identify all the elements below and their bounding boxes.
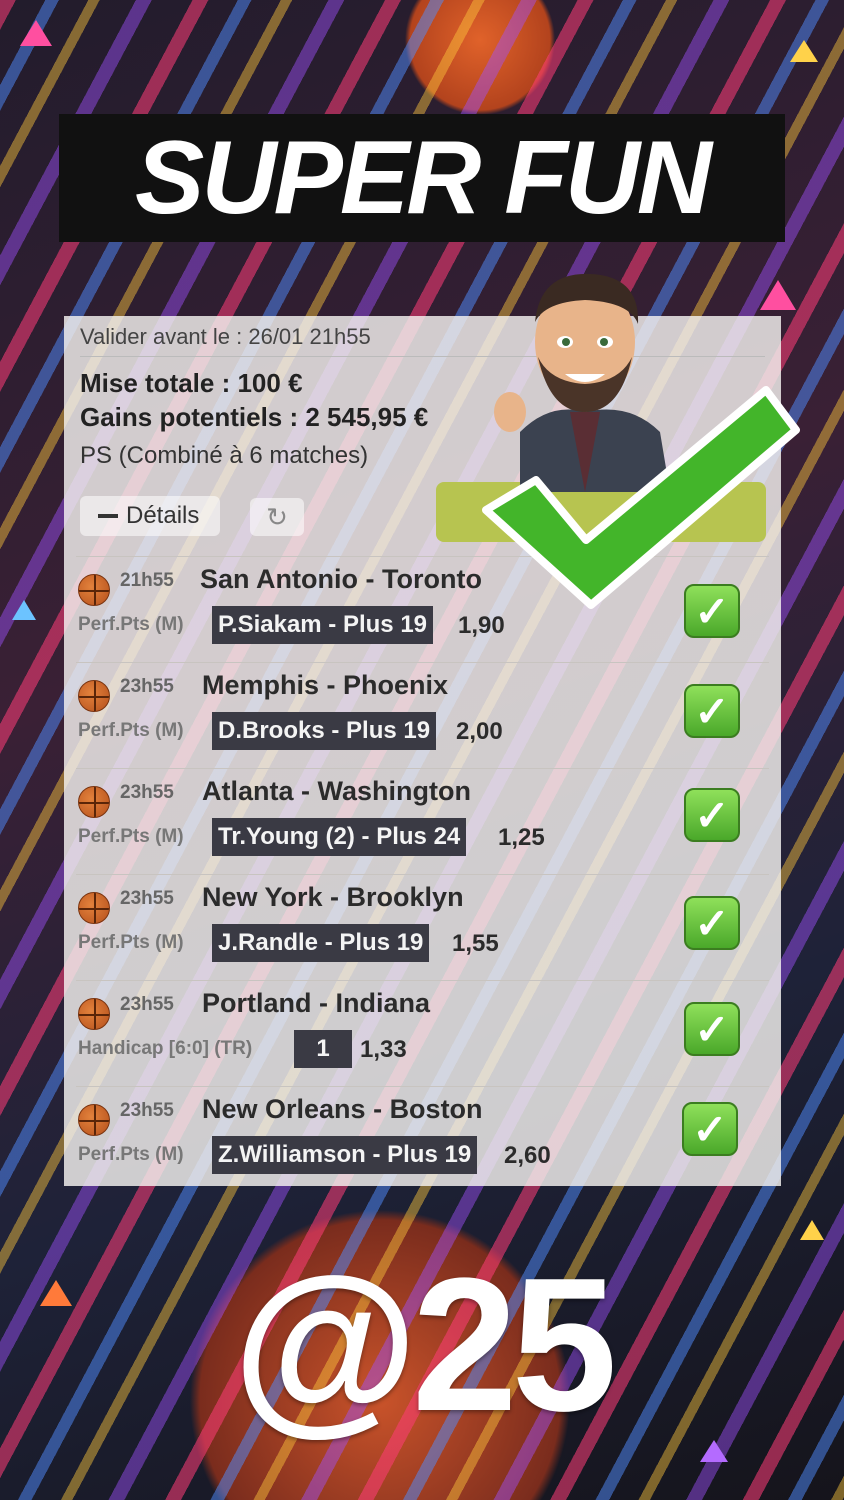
check-icon: ✓ bbox=[682, 1102, 738, 1156]
bet-row: 23h55 Atlanta - Washington Perf.Pts (M) … bbox=[64, 768, 781, 874]
potential-gains-text: Gains potentiels : 2 545,95 € bbox=[80, 402, 429, 432]
pick-label: 1 bbox=[294, 1030, 352, 1068]
match-time: 21h55 bbox=[120, 570, 174, 591]
pick-label: P.Siakam - Plus 19 bbox=[212, 606, 434, 644]
odds-value: 1,25 bbox=[498, 824, 545, 851]
match-name: New York - Brooklyn bbox=[202, 882, 464, 912]
divider bbox=[76, 1086, 769, 1087]
refresh-icon: ↻ bbox=[266, 501, 288, 532]
divider bbox=[76, 768, 769, 769]
market-label: Perf.Pts (M) bbox=[78, 932, 184, 953]
match-time: 23h55 bbox=[120, 1100, 174, 1121]
match-name: Atlanta - Washington bbox=[202, 776, 471, 806]
divider bbox=[76, 662, 769, 663]
large-check-icon bbox=[482, 386, 800, 609]
odds-value: 1,90 bbox=[458, 612, 505, 639]
match-name: Memphis - Phoenix bbox=[202, 670, 449, 700]
basketball-icon bbox=[78, 1104, 110, 1136]
check-icon: ✓ bbox=[684, 1002, 740, 1056]
match-name: New Orleans - Boston bbox=[202, 1094, 483, 1124]
minus-icon bbox=[98, 514, 118, 518]
match-time: 23h55 bbox=[120, 994, 174, 1015]
market-label: Perf.Pts (M) bbox=[78, 614, 184, 635]
odds-value: 1,55 bbox=[452, 930, 499, 957]
odds-value: 1,33 bbox=[360, 1036, 407, 1063]
refresh-button[interactable]: ↻ bbox=[250, 498, 304, 536]
title-banner: SUPER FUN bbox=[59, 114, 785, 242]
title-text: SUPER FUN bbox=[135, 119, 712, 236]
market-label: Perf.Pts (M) bbox=[78, 720, 184, 741]
pick-label: J.Randle - Plus 19 bbox=[212, 924, 430, 962]
basketball-icon bbox=[78, 892, 110, 924]
check-icon: ✓ bbox=[684, 896, 740, 950]
market-label: Perf.Pts (M) bbox=[78, 826, 184, 847]
basketball-icon bbox=[78, 680, 110, 712]
bet-type-text: PS (Combiné à 6 matches) bbox=[80, 442, 369, 469]
basketball-icon bbox=[78, 998, 110, 1030]
pick-label: Z.Williamson - Plus 19 bbox=[212, 1136, 478, 1174]
bet-row: 23h55 Portland - Indiana Handicap [6:0] … bbox=[64, 980, 781, 1086]
details-button[interactable]: Détails bbox=[80, 496, 220, 536]
odds-value: 2,60 bbox=[504, 1142, 551, 1169]
details-label: Détails bbox=[126, 502, 200, 529]
divider bbox=[76, 874, 769, 875]
stake-text: Mise totale : 100 € bbox=[80, 368, 303, 398]
bet-row: 23h55 New Orleans - Boston Perf.Pts (M) … bbox=[64, 1086, 781, 1192]
pick-label: Tr.Young (2) - Plus 24 bbox=[212, 818, 467, 856]
match-time: 23h55 bbox=[120, 676, 174, 697]
bet-row: 23h55 New York - Brooklyn Perf.Pts (M) J… bbox=[64, 874, 781, 980]
match-time: 23h55 bbox=[120, 888, 174, 909]
bet-row: 23h55 Memphis - Phoenix Perf.Pts (M) D.B… bbox=[64, 662, 781, 768]
pick-label: D.Brooks - Plus 19 bbox=[212, 712, 437, 750]
total-odds: @25 bbox=[232, 1239, 618, 1451]
basketball-icon bbox=[78, 574, 110, 606]
market-label: Handicap [6:0] (TR) bbox=[78, 1038, 253, 1059]
check-icon: ✓ bbox=[684, 788, 740, 842]
odds-value: 2,00 bbox=[456, 718, 503, 745]
match-name: San Antonio - Toronto bbox=[200, 564, 482, 594]
market-label: Perf.Pts (M) bbox=[78, 1144, 184, 1165]
match-time: 23h55 bbox=[120, 782, 174, 803]
match-name: Portland - Indiana bbox=[202, 988, 431, 1018]
check-icon: ✓ bbox=[684, 684, 740, 738]
basketball-icon bbox=[78, 786, 110, 818]
divider bbox=[76, 980, 769, 981]
